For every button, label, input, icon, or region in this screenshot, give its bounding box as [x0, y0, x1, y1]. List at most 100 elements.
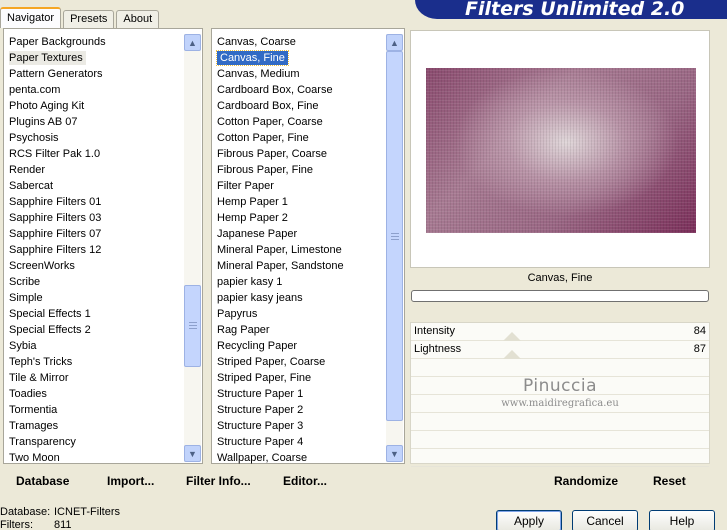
tab-presets[interactable]: Presets: [63, 10, 115, 28]
category-item[interactable]: penta.com: [4, 82, 106, 98]
category-item[interactable]: Sapphire Filters 01: [4, 194, 106, 210]
category-item-label: Tormentia: [9, 404, 58, 416]
slider-marker: [503, 350, 521, 359]
filter-item[interactable]: Canvas, Fine: [212, 50, 344, 66]
filter-item-label: Papyrus: [217, 308, 258, 320]
filter-item[interactable]: Hemp Paper 2: [212, 210, 344, 226]
category-item[interactable]: Photo Aging Kit: [4, 98, 106, 114]
tab-about[interactable]: About: [116, 10, 160, 28]
filter-item-label: Structure Paper 2: [217, 404, 304, 416]
filter-scrollbar[interactable]: ▲ ▼: [386, 34, 403, 462]
category-item[interactable]: ScreenWorks: [4, 258, 106, 274]
filter-item[interactable]: Hemp Paper 1: [212, 194, 344, 210]
filter-item[interactable]: Rag Paper: [212, 322, 344, 338]
category-item[interactable]: Paper Backgrounds: [4, 34, 106, 50]
tab-navigator[interactable]: Navigator: [0, 7, 62, 28]
filter-item[interactable]: Striped Paper, Fine: [212, 370, 344, 386]
category-scroll-thumb[interactable]: [184, 285, 201, 367]
filter-item[interactable]: Japanese Paper: [212, 226, 344, 242]
database-button[interactable]: Database: [16, 474, 69, 488]
category-item[interactable]: Paper Textures: [4, 50, 106, 66]
editor-button[interactable]: Editor...: [283, 474, 327, 488]
filter-item[interactable]: Canvas, Medium: [212, 66, 344, 82]
filter-item[interactable]: Structure Paper 4: [212, 434, 344, 450]
category-item[interactable]: Render: [4, 162, 106, 178]
filter-item[interactable]: Mineral Paper, Limestone: [212, 242, 344, 258]
filter-item[interactable]: Cotton Paper, Fine: [212, 130, 344, 146]
param-row-intensity[interactable]: Intensity 84: [411, 323, 709, 341]
param-row-empty: [411, 449, 709, 467]
filter-item[interactable]: Striped Paper, Coarse: [212, 354, 344, 370]
help-button[interactable]: Help: [649, 510, 715, 530]
filter-item-label: Hemp Paper 2: [217, 212, 288, 224]
category-item[interactable]: Two Moon: [4, 450, 106, 466]
category-item-label: Teph's Tricks: [9, 356, 73, 368]
category-item[interactable]: RCS Filter Pak 1.0: [4, 146, 106, 162]
category-item[interactable]: Transparency: [4, 434, 106, 450]
filter-item[interactable]: Canvas, Coarse: [212, 34, 344, 50]
category-item[interactable]: Tramages: [4, 418, 106, 434]
param-value: 87: [693, 343, 706, 355]
filter-item[interactable]: Structure Paper 3: [212, 418, 344, 434]
chevron-down-icon: ▼: [188, 448, 197, 459]
category-item[interactable]: Sabercat: [4, 178, 106, 194]
category-item[interactable]: Sybia: [4, 338, 106, 354]
filter-item-label: Filter Paper: [217, 180, 274, 192]
category-item[interactable]: Teph's Tricks: [4, 354, 106, 370]
scroll-up-button[interactable]: ▲: [184, 34, 201, 51]
category-item-label: Psychosis: [9, 132, 59, 144]
filter-item[interactable]: Cardboard Box, Coarse: [212, 82, 344, 98]
category-item[interactable]: Scribe: [4, 274, 106, 290]
filter-item[interactable]: Cotton Paper, Coarse: [212, 114, 344, 130]
category-item[interactable]: Sapphire Filters 03: [4, 210, 106, 226]
filter-scroll-thumb[interactable]: [386, 51, 403, 421]
database-value: ICNET-Filters: [54, 506, 120, 518]
category-item[interactable]: Tile & Mirror: [4, 370, 106, 386]
category-item[interactable]: Special Effects 1: [4, 306, 106, 322]
filter-item-label: Fibrous Paper, Coarse: [217, 148, 328, 160]
category-item[interactable]: Sapphire Filters 12: [4, 242, 106, 258]
filter-item[interactable]: Fibrous Paper, Fine: [212, 162, 344, 178]
filter-item[interactable]: Structure Paper 1: [212, 386, 344, 402]
filters-count: 811: [54, 519, 72, 530]
filter-item[interactable]: Filter Paper: [212, 178, 344, 194]
category-item[interactable]: Tormentia: [4, 402, 106, 418]
category-item[interactable]: Simple: [4, 290, 106, 306]
cancel-button[interactable]: Cancel: [572, 510, 638, 530]
filter-item[interactable]: papier kasy jeans: [212, 290, 344, 306]
filter-info-button[interactable]: Filter Info...: [186, 474, 251, 488]
category-item-label: Two Moon: [9, 452, 60, 464]
import-button[interactable]: Import...: [107, 474, 154, 488]
filter-item-label: Structure Paper 4: [217, 436, 304, 448]
reset-button[interactable]: Reset: [653, 474, 686, 488]
category-item-label: Sapphire Filters 12: [9, 244, 102, 256]
filter-item[interactable]: Mineral Paper, Sandstone: [212, 258, 344, 274]
filter-item-label: Japanese Paper: [217, 228, 298, 240]
category-item[interactable]: Plugins AB 07: [4, 114, 106, 130]
filter-item[interactable]: Recycling Paper: [212, 338, 344, 354]
scroll-up-button[interactable]: ▲: [386, 34, 403, 51]
tab-bar: Navigator Presets About: [0, 7, 161, 28]
randomize-button[interactable]: Randomize: [554, 474, 618, 488]
scroll-down-button[interactable]: ▼: [184, 445, 201, 462]
filter-item[interactable]: Wallpaper, Coarse: [212, 450, 344, 466]
category-item[interactable]: Sapphire Filters 07: [4, 226, 106, 242]
filter-item[interactable]: papier kasy 1: [212, 274, 344, 290]
category-item[interactable]: Psychosis: [4, 130, 106, 146]
param-row-lightness[interactable]: Lightness 87: [411, 341, 709, 359]
scroll-down-button[interactable]: ▼: [386, 445, 403, 462]
filter-item-label: papier kasy 1: [217, 276, 283, 288]
category-scrollbar[interactable]: ▲ ▼: [184, 34, 201, 462]
category-item[interactable]: Special Effects 2: [4, 322, 106, 338]
category-item-label: penta.com: [9, 84, 61, 96]
category-item-label: Sapphire Filters 01: [9, 196, 102, 208]
filter-item[interactable]: Papyrus: [212, 306, 344, 322]
preview-toolbar: Randomize Reset: [410, 468, 710, 494]
category-item[interactable]: Pattern Generators: [4, 66, 106, 82]
preview-image[interactable]: [426, 68, 696, 233]
filter-item[interactable]: Cardboard Box, Fine: [212, 98, 344, 114]
apply-button[interactable]: Apply: [496, 510, 562, 530]
filter-item[interactable]: Fibrous Paper, Coarse: [212, 146, 344, 162]
category-item[interactable]: Toadies: [4, 386, 106, 402]
filter-item[interactable]: Structure Paper 2: [212, 402, 344, 418]
